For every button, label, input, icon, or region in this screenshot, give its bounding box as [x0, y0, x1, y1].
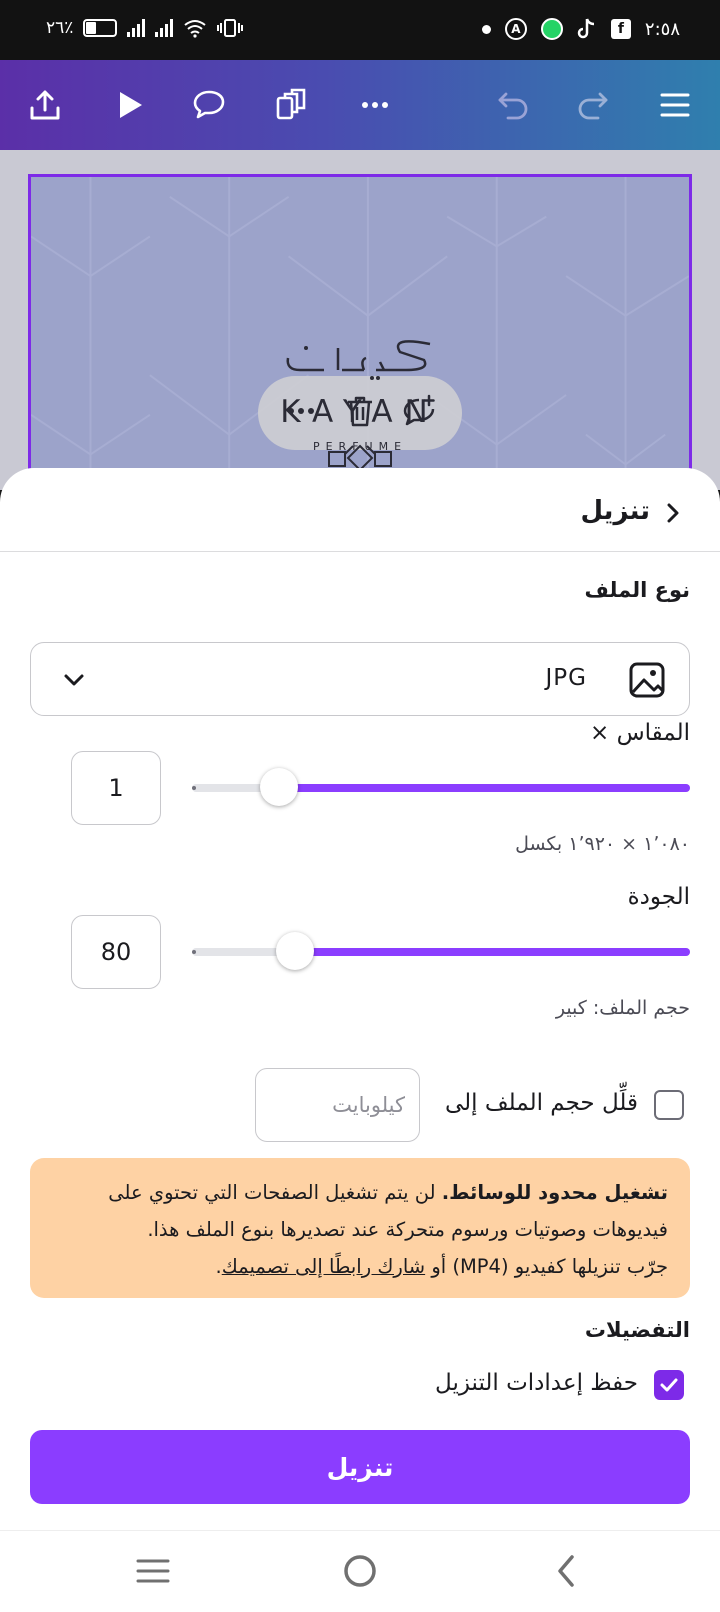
signal-2-icon [155, 19, 174, 37]
notice-title: تشغيل محدود للوسائط. [441, 1181, 668, 1204]
redo-icon[interactable] [570, 82, 616, 128]
pages-icon[interactable] [268, 82, 314, 128]
kilobyte-input[interactable] [256, 1069, 419, 1141]
back-nav-icon[interactable] [545, 1549, 589, 1593]
whatsapp-icon [540, 18, 563, 40]
slider-thumb[interactable] [259, 768, 298, 806]
wifi-icon [184, 20, 207, 38]
share-icon[interactable] [22, 82, 68, 128]
slider-start-dot [192, 786, 196, 790]
media-notice: تشغيل محدود للوسائط. لن يتم تشغيل الصفحا… [30, 1158, 690, 1298]
editor-toolbar [0, 60, 720, 150]
share-link[interactable]: شارك رابطًا إلى تصميمك [222, 1255, 425, 1278]
save-settings-checkbox[interactable] [654, 1370, 684, 1400]
undo-icon[interactable] [490, 82, 536, 128]
status-bar: ٢٦٪ A f ٢:٥٨ [0, 0, 720, 60]
scale-input[interactable]: 1 [71, 751, 161, 825]
logo-name: KAYAN [280, 394, 440, 430]
system-nav-bar [0, 1530, 720, 1612]
quality-slider[interactable] [192, 932, 690, 970]
reduce-size-row: قلِّل حجم الملف إلى [390, 1068, 690, 1142]
checkmark-icon [660, 1378, 678, 1392]
battery-level: ٢٦٪ [46, 18, 74, 38]
recent-apps-icon[interactable] [131, 1549, 175, 1593]
reduce-size-checkbox[interactable] [654, 1090, 684, 1120]
menu-icon[interactable] [652, 82, 698, 128]
file-size-text: حجم الملف: كبير [555, 997, 690, 1019]
kilobyte-field[interactable] [255, 1068, 420, 1142]
quality-input[interactable]: 80 [71, 915, 161, 989]
slider-thumb[interactable] [276, 932, 315, 970]
vibrate-icon [217, 19, 244, 37]
tiktok-icon [577, 18, 594, 39]
save-settings-label: حفظ إعدادات التنزيل [435, 1370, 638, 1396]
logo-arabic [286, 340, 431, 380]
clock: ٢:٥٨ [644, 18, 680, 40]
save-settings-row: حفظ إعدادات التنزيل [290, 1368, 690, 1408]
more-options-icon[interactable] [352, 82, 398, 128]
quality-label: الجودة [627, 884, 690, 910]
notification-dot-icon [481, 24, 491, 34]
battery-icon [83, 19, 118, 37]
sheet-header: تنزيل [0, 468, 720, 552]
reduce-size-label: قلِّل حجم الملف إلى [444, 1090, 638, 1116]
file-type-value: JPG [545, 665, 587, 691]
logo-subtitle: PERFUME [312, 440, 408, 453]
download-button[interactable]: تنزيل [30, 1430, 690, 1504]
home-icon[interactable] [338, 1549, 382, 1593]
slider-start-dot [192, 950, 196, 954]
comment-icon[interactable] [186, 82, 232, 128]
image-icon [629, 662, 665, 698]
slider-fill [295, 948, 690, 956]
notice-suggestion: جرّب تنزيلها كفيديو (MP4) أو [425, 1255, 668, 1278]
canvas-area [0, 150, 720, 494]
scale-slider[interactable] [192, 768, 690, 806]
file-type-select[interactable]: JPG [30, 642, 690, 716]
chevron-down-icon [64, 674, 84, 686]
signal-icon [127, 19, 146, 37]
dimensions-text: ١٬٠٨٠ × ١٬٩٢٠ بكسل [515, 833, 690, 855]
download-sheet: تنزيل نوع الملف JPG المقاس × 1 ١٬٠٨٠ × ١… [0, 468, 720, 1530]
chevron-right-icon[interactable] [658, 498, 688, 528]
preferences-label: التفضيلات [584, 1318, 690, 1342]
facebook-icon: f [610, 19, 631, 39]
slider-fill [278, 784, 690, 792]
auto-icon: A [504, 18, 527, 40]
sheet-title: تنزيل [580, 496, 650, 526]
scale-label: المقاس × [590, 720, 690, 746]
file-type-label: نوع الملف [584, 578, 690, 602]
play-icon[interactable] [106, 82, 152, 128]
